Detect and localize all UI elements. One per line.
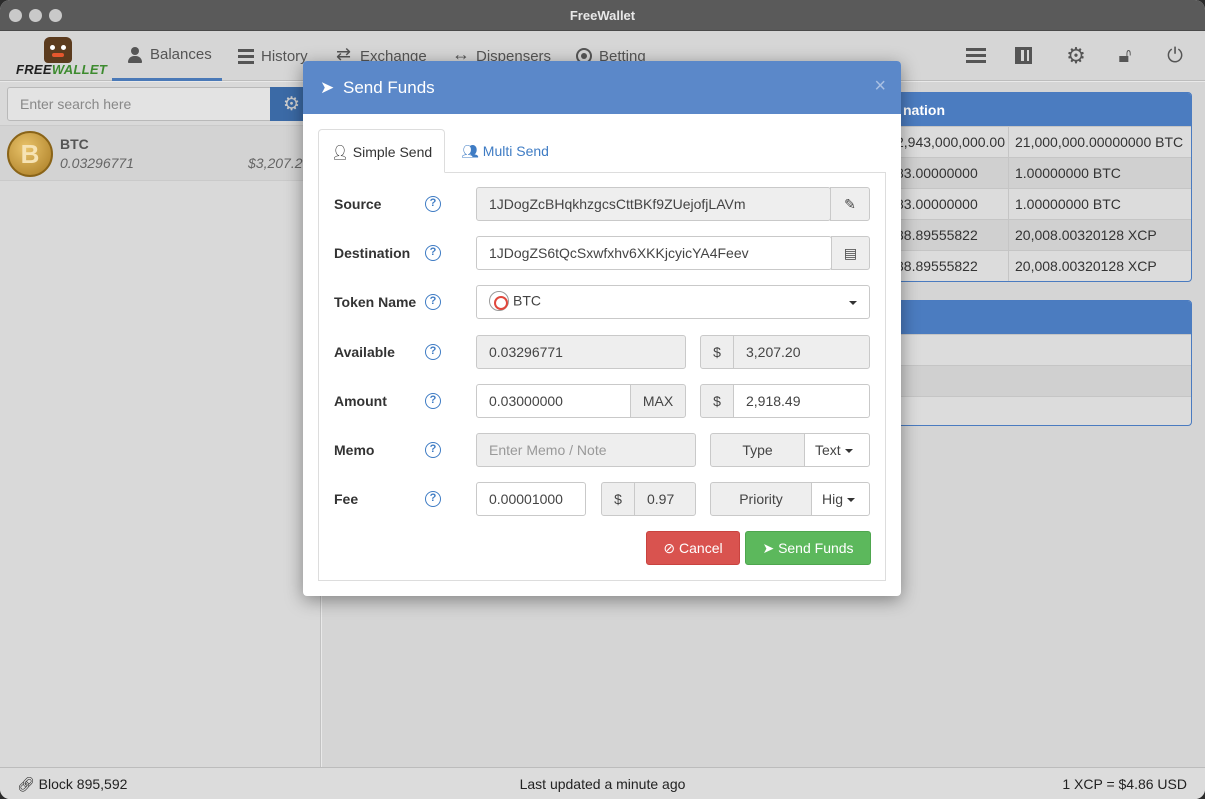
source-label: Source	[334, 196, 382, 212]
close-icon[interactable]: ×	[874, 75, 886, 98]
fee-help-icon[interactable]: ?	[425, 491, 441, 507]
paper-plane-icon: ➤	[762, 540, 775, 556]
status-bar: 🔗︎ Block 895,592 Last updated a minute a…	[0, 767, 1205, 799]
token-help-icon[interactable]: ?	[425, 294, 441, 310]
memo-label: Memo	[334, 442, 375, 458]
memo-input[interactable]: Enter Memo / Note	[476, 433, 696, 467]
send-form	[318, 172, 886, 581]
amount-help-icon[interactable]: ?	[425, 393, 441, 409]
amount-usd-input[interactable]: 2,918.49	[733, 384, 870, 418]
max-button[interactable]: MAX	[630, 384, 686, 418]
chevron-down-icon	[849, 301, 857, 305]
address-book-icon[interactable]: ▤	[831, 236, 870, 270]
available-label: Available	[334, 344, 395, 360]
available-amount-field: 0.03296771	[476, 335, 686, 369]
send-tabs: 👤︎ Simple Send 👥︎ Multi Send	[318, 129, 886, 173]
priority-select[interactable]: Hig	[811, 482, 870, 516]
amount-input[interactable]: 0.03000000	[476, 384, 631, 418]
cancel-button[interactable]: ⊘ Cancel	[646, 531, 740, 565]
source-help-icon[interactable]: ?	[425, 196, 441, 212]
xcp-rate: 1 XCP = $4.86 USD	[1062, 776, 1187, 792]
fee-label: Fee	[334, 491, 359, 507]
token-logo-icon	[489, 291, 509, 311]
dollar-addon: $	[700, 384, 734, 418]
send-funds-dialog: ➤ Send Funds × 👤︎ Simple Send 👥︎ Multi Sen…	[303, 61, 901, 596]
available-usd-field: 3,207.20	[733, 335, 870, 369]
user-icon: 👤︎	[331, 144, 349, 160]
destination-address-field[interactable]: 1JDogZS6tQcSxwfxhv6XKKjcyicYA4Feev	[476, 236, 832, 270]
paper-plane-icon: ➤	[320, 78, 335, 97]
priority-label: Priority	[710, 482, 812, 516]
source-address-field[interactable]: 1JDogZcBHqkhzgcsCttBKf9ZUejofjLAVm	[476, 187, 831, 221]
chevron-down-icon	[847, 498, 856, 503]
ban-icon: ⊘	[663, 540, 676, 556]
dialog-title: Send Funds	[343, 78, 435, 97]
memo-type-select[interactable]: Text	[804, 433, 870, 467]
chevron-down-icon	[844, 449, 853, 454]
last-updated-text: Last updated a minute ago	[519, 776, 686, 792]
token-select[interactable]: BTC	[476, 285, 870, 319]
dollar-addon: $	[700, 335, 734, 369]
tab-simple-send[interactable]: 👤︎ Simple Send	[318, 129, 446, 173]
memo-help-icon[interactable]: ?	[425, 442, 441, 458]
dialog-header: ➤ Send Funds ×	[303, 61, 901, 114]
fee-usd-field: 0.97	[634, 482, 696, 516]
destination-help-icon[interactable]: ?	[425, 245, 441, 261]
app-window: FreeWallet FREEWALLET Balances History E…	[0, 0, 1205, 799]
title-bar: FreeWallet	[0, 0, 1205, 31]
dollar-addon: $	[601, 482, 635, 516]
memo-type-label: Type	[710, 433, 805, 467]
edit-source-icon[interactable]: ✎	[830, 187, 870, 221]
available-help-icon[interactable]: ?	[425, 344, 441, 360]
fee-input[interactable]: 0.00001000	[476, 482, 586, 516]
users-icon: 👥︎	[461, 143, 479, 159]
destination-label: Destination	[334, 245, 411, 261]
window-title: FreeWallet	[569, 8, 636, 23]
amount-label: Amount	[334, 393, 387, 409]
token-name-label: Token Name	[334, 294, 417, 310]
send-funds-button[interactable]: ➤ Send Funds	[745, 531, 871, 565]
tab-multi-send[interactable]: 👥︎ Multi Send	[449, 129, 561, 173]
